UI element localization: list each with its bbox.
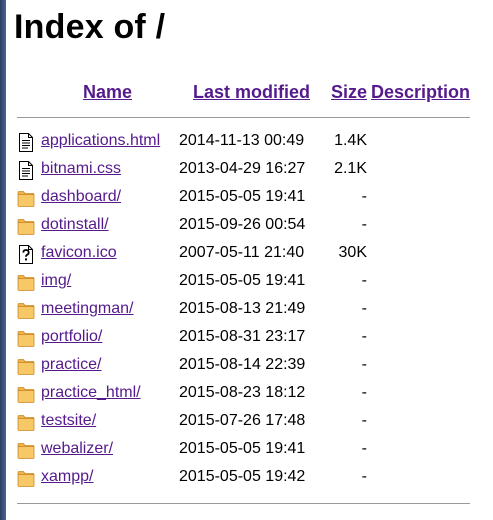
file-row: meetingman/2015-08-13 21:49 - — [0, 297, 493, 325]
file-row: applications.html 2014-11-13 00:49 1.4K — [0, 129, 493, 157]
file-row: bitnami.css 2013-04-29 16:27 2.1K — [0, 157, 493, 185]
column-header-size[interactable]: Size — [331, 82, 367, 103]
folder-icon — [17, 189, 35, 208]
file-row: img/2015-05-05 19:41 - — [0, 269, 493, 297]
folder-icon — [17, 217, 35, 236]
last-modified: 2015-05-05 19:41 — [179, 188, 306, 205]
column-header-description[interactable]: Description — [371, 82, 470, 103]
last-modified: 2007-05-11 21:40 — [179, 244, 305, 261]
footer-divider — [17, 503, 470, 504]
last-modified: 2013-04-29 16:27 — [179, 160, 306, 177]
page-title: Index of / — [14, 8, 166, 46]
last-modified: 2015-09-26 00:54 — [179, 216, 306, 233]
folder-icon — [17, 273, 35, 292]
folder-icon — [17, 329, 35, 348]
file-row: portfolio/2015-08-31 23:17 - — [0, 325, 493, 353]
folder-icon — [17, 469, 35, 488]
file-link[interactable]: xampp/ — [41, 468, 93, 486]
last-modified: 2015-08-23 18:12 — [179, 384, 306, 401]
file-row: favicon.ico 2007-05-11 21:40 30K — [0, 241, 493, 269]
last-modified: 2015-05-05 19:41 — [179, 440, 306, 457]
file-row: practice_html/2015-08-23 18:12 - — [0, 381, 493, 409]
file-link[interactable]: favicon.ico — [41, 244, 117, 262]
file-size: - — [361, 356, 367, 373]
file-row: testsite/2015-07-26 17:48 - — [0, 409, 493, 437]
column-header-last-modified[interactable]: Last modified — [193, 82, 310, 103]
unknown-file-icon — [17, 245, 35, 264]
header-divider — [17, 117, 470, 118]
file-size: - — [361, 440, 367, 457]
file-row: dashboard/2015-05-05 19:41 - — [0, 185, 493, 213]
file-size: - — [361, 468, 367, 485]
file-size: 30K — [338, 244, 367, 261]
file-size: - — [361, 188, 367, 205]
file-link[interactable]: practice_html/ — [41, 384, 141, 402]
file-link[interactable]: practice/ — [41, 356, 101, 374]
file-row: xampp/2015-05-05 19:42 - — [0, 465, 493, 493]
last-modified: 2015-05-05 19:42 — [179, 468, 306, 485]
file-link[interactable]: img/ — [41, 272, 71, 290]
file-size: 2.1K — [334, 160, 367, 177]
file-row: practice/2015-08-14 22:39 - — [0, 353, 493, 381]
document-icon — [17, 133, 35, 152]
last-modified: 2015-05-05 19:41 — [179, 272, 306, 289]
file-row: dotinstall/2015-09-26 00:54 - — [0, 213, 493, 241]
last-modified: 2015-07-26 17:48 — [179, 412, 306, 429]
file-link[interactable]: applications.html — [41, 132, 160, 150]
last-modified: 2014-11-13 00:49 — [179, 132, 305, 149]
file-link[interactable]: portfolio/ — [41, 328, 102, 346]
file-link[interactable]: meetingman/ — [41, 300, 134, 318]
file-row: webalizer/2015-05-05 19:41 - — [0, 437, 493, 465]
folder-icon — [17, 357, 35, 376]
folder-icon — [17, 301, 35, 320]
file-link[interactable]: dashboard/ — [41, 188, 121, 206]
file-size: - — [361, 216, 367, 233]
file-size: - — [361, 328, 367, 345]
last-modified: 2015-08-31 23:17 — [179, 328, 306, 345]
file-size: - — [361, 272, 367, 289]
file-link[interactable]: webalizer/ — [41, 440, 113, 458]
file-size: - — [361, 300, 367, 317]
file-link[interactable]: dotinstall/ — [41, 216, 109, 234]
document-icon — [17, 161, 35, 180]
file-link[interactable]: testsite/ — [41, 412, 96, 430]
file-size: 1.4K — [334, 132, 367, 149]
folder-icon — [17, 441, 35, 460]
folder-icon — [17, 385, 35, 404]
column-header-name[interactable]: Name — [83, 82, 132, 103]
file-link[interactable]: bitnami.css — [41, 160, 121, 178]
last-modified: 2015-08-13 21:49 — [179, 300, 306, 317]
last-modified: 2015-08-14 22:39 — [179, 356, 306, 373]
file-size: - — [361, 384, 367, 401]
file-size: - — [361, 412, 367, 429]
folder-icon — [17, 413, 35, 432]
